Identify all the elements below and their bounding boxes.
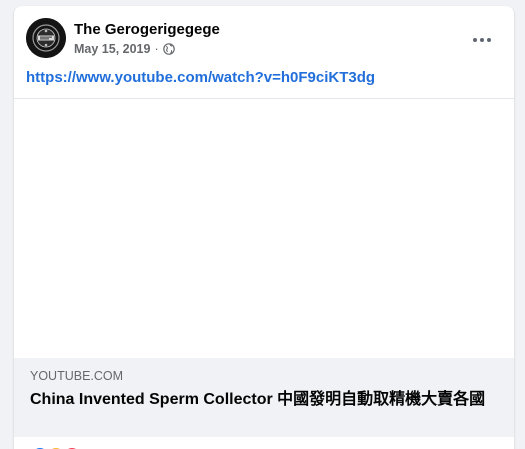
more-options-icon[interactable] <box>468 26 496 54</box>
video-embed-area[interactable] <box>14 98 514 359</box>
reactions-bar <box>14 437 514 449</box>
author-name[interactable]: The Gerogerigegege <box>74 21 220 38</box>
link-preview[interactable]: YOUTUBE.COM China Invented Sperm Collect… <box>14 358 514 437</box>
post-date[interactable]: May 15, 2019 <box>74 42 150 56</box>
globe-icon[interactable] <box>162 43 175 55</box>
preview-domain: YOUTUBE.COM <box>30 369 124 383</box>
author-avatar[interactable] <box>26 18 66 58</box>
meta-separator: · <box>154 42 159 56</box>
avatar-image <box>26 18 66 58</box>
post-link[interactable]: https://www.youtube.com/watch?v=h0F9ciKT… <box>26 69 375 86</box>
post-header: The Gerogerigegege May 15, 2019 · <box>26 18 502 58</box>
post-meta: May 15, 2019 · <box>74 42 175 56</box>
post-card: The Gerogerigegege May 15, 2019 · https:… <box>14 6 514 449</box>
preview-title[interactable]: China Invented Sperm Collector 中國發明自動取精機… <box>30 390 492 410</box>
